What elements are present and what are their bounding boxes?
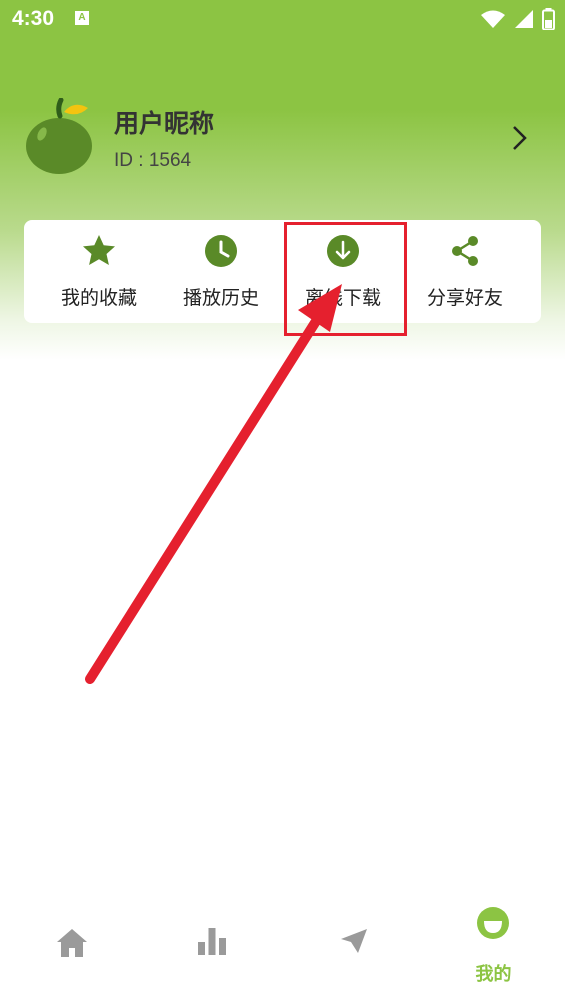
- nav-mine[interactable]: 我的: [423, 890, 564, 1004]
- annotation-arrow: [85, 284, 342, 684]
- nav-charts[interactable]: [141, 890, 282, 1004]
- nav-discover[interactable]: [282, 890, 423, 1004]
- nav-home[interactable]: [0, 890, 141, 1004]
- chart-icon: [198, 928, 226, 955]
- bottom-nav: 我的: [0, 890, 565, 1004]
- send-icon: [341, 929, 367, 953]
- home-icon: [57, 929, 87, 957]
- smile-icon: [477, 907, 509, 939]
- nav-label-mine: 我的: [475, 964, 512, 985]
